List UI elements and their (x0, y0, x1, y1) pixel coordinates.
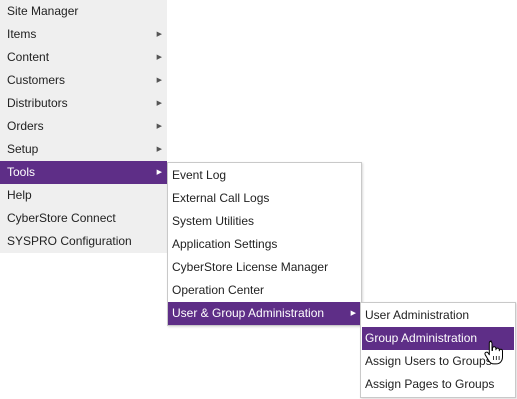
submenu-arrow-icon: ▶ (156, 54, 162, 61)
menu-item-orders[interactable]: Orders ▶ (0, 115, 167, 138)
submenu-arrow-icon: ▶ (156, 123, 162, 130)
menu-item-label: Application Settings (172, 237, 278, 251)
menu-item-label: Orders (7, 119, 44, 133)
menu-item-distributors[interactable]: Distributors ▶ (0, 92, 167, 115)
menu-item-label: User & Group Administration (172, 306, 325, 320)
main-menu: Site Manager Items ▶ Content ▶ Customers… (0, 0, 167, 253)
menu-item-label: Distributors (7, 96, 68, 110)
menu-item-tools[interactable]: Tools ▶ (0, 161, 167, 184)
menu-item-assign-pages-to-groups[interactable]: Assign Pages to Groups (361, 373, 515, 396)
tools-submenu: Event Log External Call Logs System Util… (167, 162, 362, 326)
menu-item-items[interactable]: Items ▶ (0, 23, 167, 46)
menu-item-event-log[interactable]: Event Log (168, 164, 361, 187)
menu-item-setup[interactable]: Setup ▶ (0, 138, 167, 161)
menu-item-label: Tools (7, 165, 36, 179)
submenu-arrow-icon: ▶ (156, 146, 162, 153)
menu-item-application-settings[interactable]: Application Settings (168, 233, 361, 256)
menu-item-label: Content (7, 50, 50, 64)
menu-item-system-utilities[interactable]: System Utilities (168, 210, 361, 233)
menu-item-label: Assign Users to Groups (365, 354, 492, 368)
submenu-arrow-icon: ▶ (350, 310, 356, 317)
menu-item-license-manager[interactable]: CyberStore License Manager (168, 256, 361, 279)
submenu-arrow-icon: ▶ (156, 100, 162, 107)
menu-item-label: Items (7, 27, 37, 41)
menu-item-operation-center[interactable]: Operation Center (168, 279, 361, 302)
menu-item-label: Group Administration (365, 331, 478, 345)
menu-item-label: CyberStore License Manager (172, 260, 329, 274)
menu-item-label: External Call Logs (172, 191, 270, 205)
menu-item-external-call-logs[interactable]: External Call Logs (168, 187, 361, 210)
menu-item-label: Site Manager (7, 4, 79, 18)
menu-item-label: Customers (7, 73, 66, 87)
submenu-arrow-icon: ▶ (156, 31, 162, 38)
menu-item-syspro-configuration[interactable]: SYSPRO Configuration (0, 230, 167, 253)
menu-item-site-manager[interactable]: Site Manager (0, 0, 167, 23)
menu-item-label: Setup (7, 142, 39, 156)
menu-item-cyberstore-connect[interactable]: CyberStore Connect (0, 207, 167, 230)
menu-item-label: System Utilities (172, 214, 255, 228)
menu-item-label: User Administration (365, 308, 470, 322)
submenu-arrow-icon: ▶ (156, 169, 162, 176)
menu-item-label: Help (7, 188, 32, 202)
menu-item-label: CyberStore Connect (7, 211, 116, 225)
menu-item-user-group-administration[interactable]: User & Group Administration ▶ (168, 302, 361, 325)
menu-item-label: SYSPRO Configuration (7, 234, 132, 248)
menu-item-user-administration[interactable]: User Administration (361, 304, 515, 327)
hand-pointer-icon (484, 340, 503, 365)
menu-item-label: Event Log (172, 168, 227, 182)
menu-item-customers[interactable]: Customers ▶ (0, 69, 167, 92)
menu-item-label: Assign Pages to Groups (365, 377, 495, 391)
menu-item-help[interactable]: Help (0, 184, 167, 207)
menu-item-content[interactable]: Content ▶ (0, 46, 167, 69)
submenu-arrow-icon: ▶ (156, 77, 162, 84)
menu-item-label: Operation Center (172, 283, 265, 297)
